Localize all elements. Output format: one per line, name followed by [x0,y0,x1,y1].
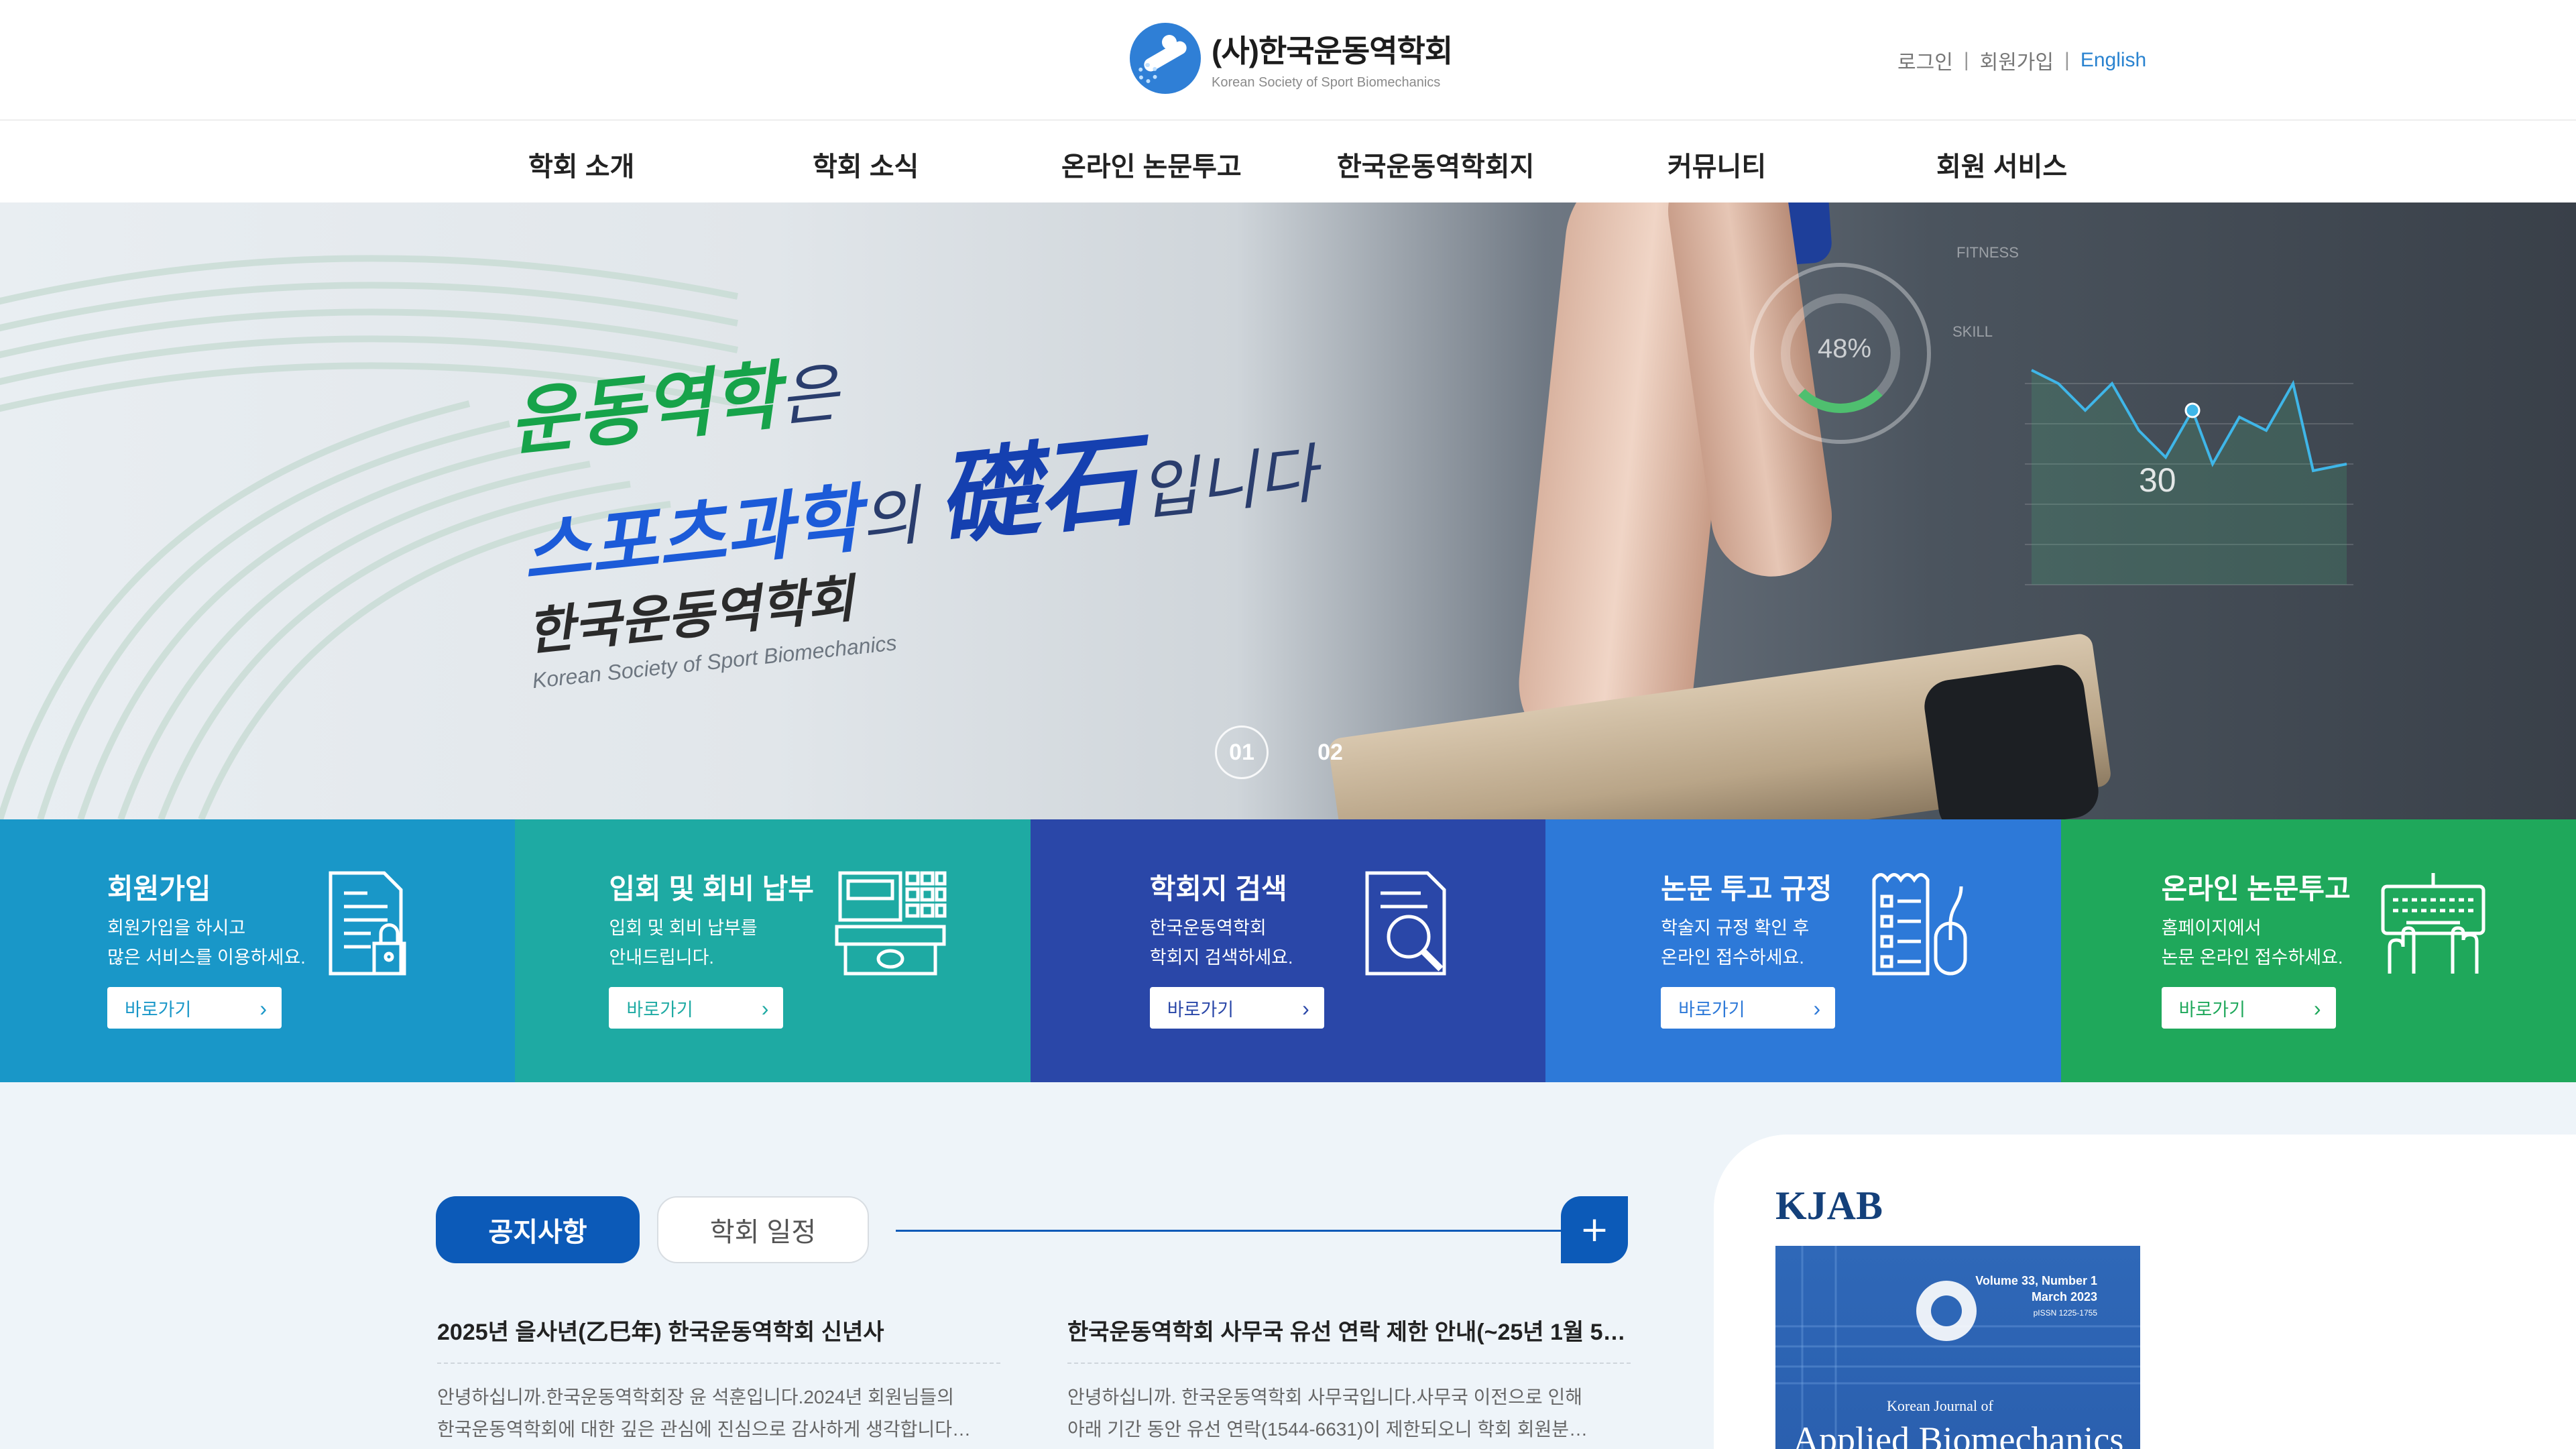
journal-emblem-icon [1916,1281,1977,1341]
keyboard-typing-icon [2381,873,2485,974]
tile-desc: 입회 및 회비 납부를 안내드립니다. [609,918,758,968]
chevron-right-icon: › [259,996,267,1021]
logo-text: (사)한국운동역학회 Korean Society of Sport Biome… [1212,27,1453,91]
post-title[interactable]: 2025년 을사년(乙巳年) 한국운동역학회 신년사 [437,1314,1000,1364]
tile-desc: 회원가입을 하시고 많은 서비스를 이용하세요. [107,918,306,968]
tile-membership[interactable]: 회원가입 회원가입을 하시고 많은 서비스를 이용하세요. 바로가기 › [0,819,516,1082]
logo-title: (사)한국운동역학회 [1212,33,1453,68]
hud-line-chart [2025,369,2353,585]
logo-subtitle: Korean Society of Sport Biomechanics [1212,74,1441,90]
journal-label: KJAB [1775,1183,1883,1228]
tile-title: 입회 및 회비 납부 [609,873,814,905]
tile-membership-fee[interactable]: 입회 및 회비 납부 입회 및 회비 납부를 안내드립니다. 바로가기 › [515,819,1031,1082]
english-link[interactable]: English [2081,49,2146,72]
separator: | [1963,49,1969,71]
chevron-right-icon: › [1813,996,1821,1021]
journal-cover[interactable]: Volume 33, Number 1 March 2023 pISSN 122… [1775,1246,2140,1449]
tile-go-button[interactable]: 바로가기 › [609,987,784,1029]
hero-hanja-cornerstone: 礎石 [932,423,1145,557]
hud-dial: 48% [1750,263,1931,444]
hero-particle: 의 [857,479,924,558]
nav-item-journal[interactable]: 한국운동역학회지 [1337,145,1534,184]
tile-go-button[interactable]: 바로가기 › [2161,987,2336,1029]
hero-banner: 48% FITNESS SKILL 30 운동역학은 스포츠과학의礎石입니다 한… [0,202,2576,819]
hud-chart-value: 30 [2139,461,2176,499]
main-nav: 학회 소개 학회 소식 온라인 논문투고 한국운동역학회지 커뮤니티 회원 서비… [0,119,2576,202]
journal-volume: Volume 33, Number 1 March 2023 pISSN 122… [1975,1274,2097,1318]
nav-item-news[interactable]: 학회 소식 [813,145,919,184]
tile-title: 학회지 검색 [1149,873,1287,905]
chevron-right-icon: › [2313,996,2321,1021]
nav-item-community[interactable]: 커뮤니티 [1667,145,1766,184]
tile-desc: 홈페이지에서 논문 온라인 접수하세요. [2161,918,2343,968]
document-search-icon [1365,871,1446,976]
balance-beam-end [1921,661,2102,819]
content-section: 공지사항 학회 일정 + 2025년 을사년(乙巳年) 한국운동역학회 신년사 … [0,1082,2576,1449]
chevron-right-icon: › [761,996,769,1021]
hero-particle: 은 [775,357,843,434]
tile-journal-search[interactable]: 학회지 검색 한국운동역학회 학회지 검색하세요. 바로가기 › [1030,819,1546,1082]
nav-item-about[interactable]: 학회 소개 [528,145,634,184]
pager-dot-1[interactable]: 01 [1215,726,1269,779]
tile-submission-rules[interactable]: 논문 투고 규정 학술지 규정 확인 후 온라인 접수하세요. 바로가기 › [1545,819,2061,1082]
quick-links: 회원가입 회원가입을 하시고 많은 서비스를 이용하세요. 바로가기 › 입회 및 … [0,819,2576,1082]
tab-divider [896,1230,1593,1232]
society-emblem-icon [1130,23,1201,94]
cash-register-icon [835,871,947,976]
tile-title: 온라인 논문투고 [2161,873,2351,905]
journal-subtitle: Korean Journal of [1887,1397,1993,1414]
tab-schedule[interactable]: 학회 일정 [657,1196,869,1263]
site-logo[interactable]: (사)한국운동역학회 Korean Society of Sport Biome… [1130,23,1453,94]
tile-go-button[interactable]: 바로가기 › [1149,987,1324,1029]
journal-title: Applied Biomechanics [1793,1419,2124,1449]
hero-pager: 01 02 [1215,726,1357,779]
hud-label-fitness: FITNESS [1956,244,2019,261]
hero-ending: 입니다 [1136,438,1320,528]
post-excerpt: 안녕하십니까.한국운동역학회장 윤 석훈입니다.2024년 회원님들의 한국운동… [437,1387,971,1440]
post-title[interactable]: 한국운동역학회 사무국 유선 연락 제한 안내(~25년 1월 5… [1067,1314,1631,1364]
nav-item-member-service[interactable]: 회원 서비스 [1936,145,2067,184]
site-header: (사)한국운동역학회 Korean Society of Sport Biome… [0,0,2576,119]
tile-title: 회원가입 [107,873,211,905]
tile-go-button[interactable]: 바로가기 › [1661,987,1836,1029]
utility-links: 로그인 | 회원가입 | English [1897,46,2146,75]
list-item[interactable]: 한국운동역학회 사무국 유선 연락 제한 안내(~25년 1월 5… 안녕하십니… [1067,1314,1631,1446]
tile-desc: 학술지 규정 확인 후 온라인 접수하세요. [1661,918,1810,968]
tile-go-button[interactable]: 바로가기 › [107,987,282,1029]
hud-dial-value: 48% [1817,334,1872,363]
post-excerpt: 안녕하십니까. 한국운동역학회 사무국입니다.사무국 이전으로 인해 아래 기간… [1067,1387,1588,1440]
signup-link[interactable]: 회원가입 [1980,46,2054,75]
document-lock-icon [329,871,406,976]
tile-desc: 한국운동역학회 학회지 검색하세요. [1149,918,1293,968]
more-button[interactable]: + [1561,1196,1628,1263]
list-item[interactable]: 2025년 을사년(乙巳年) 한국운동역학회 신년사 안녕하십니까.한국운동역학… [437,1314,1000,1446]
login-link[interactable]: 로그인 [1897,46,1953,75]
tile-online-submission[interactable]: 온라인 논문투고 홈페이지에서 논문 온라인 접수하세요. 바로가기 › [2060,819,2576,1082]
pager-dot-2[interactable]: 02 [1303,726,1357,779]
tab-notice[interactable]: 공지사항 [436,1196,640,1263]
chevron-right-icon: › [1302,996,1309,1021]
nav-item-online-submission[interactable]: 온라인 논문투고 [1061,145,1242,184]
separator: | [2064,49,2070,71]
checklist-mouse-icon [1872,873,1967,976]
tile-title: 논문 투고 규정 [1661,873,1832,905]
hud-label-skill: SKILL [1952,323,1993,340]
